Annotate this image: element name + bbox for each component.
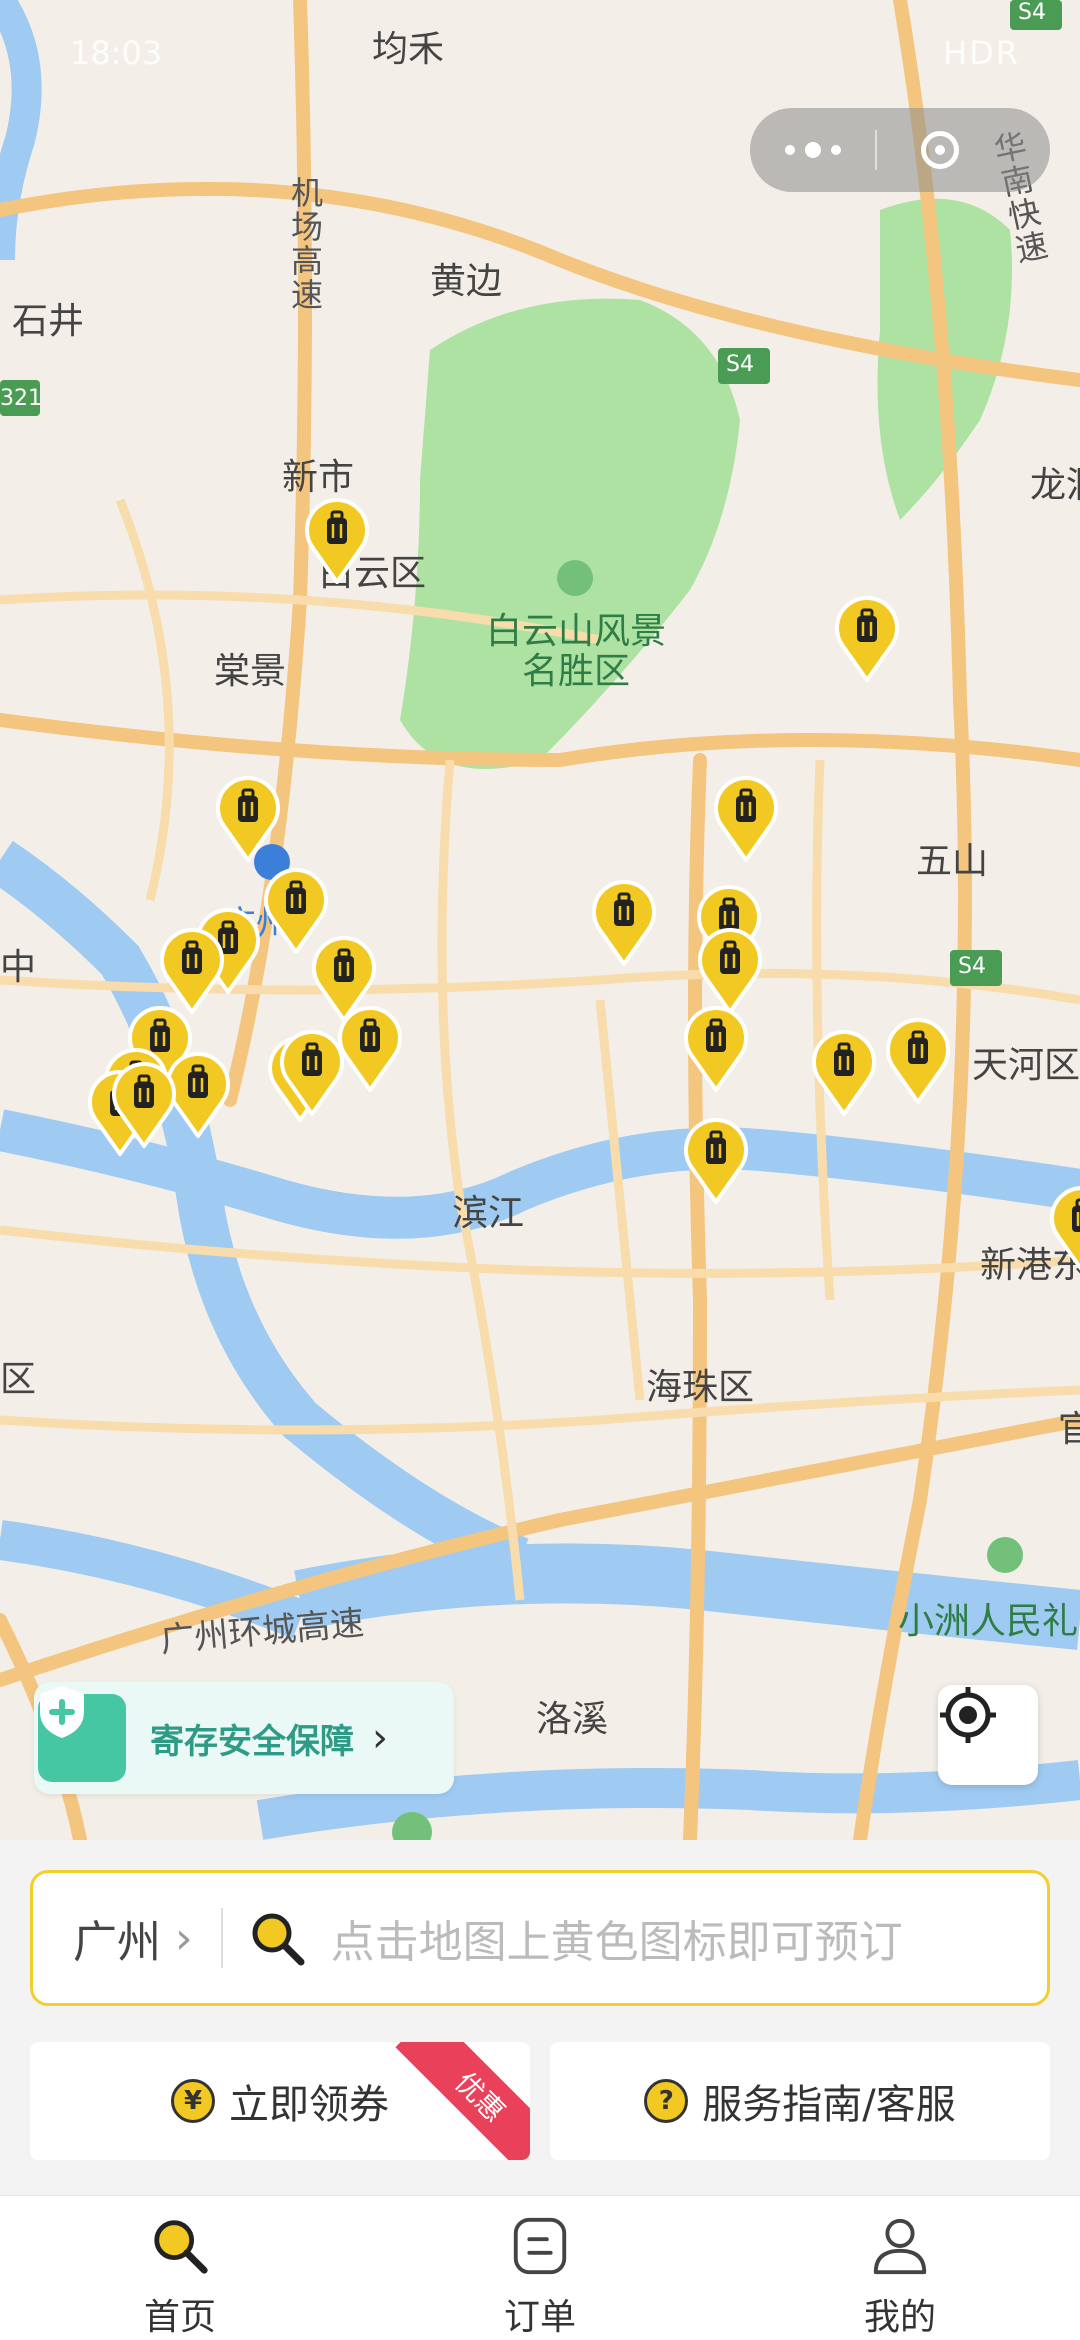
status-indicators: HDR: [943, 34, 1020, 72]
yen-icon: ¥: [171, 2079, 215, 2123]
close-button[interactable]: [877, 108, 1002, 192]
luggage-icon: [112, 1062, 176, 1148]
map-label-wushan: 五山: [916, 841, 989, 882]
tab-home-label: 首页: [143, 2297, 216, 2338]
luggage-storage-pin[interactable]: [684, 1006, 748, 1092]
tab-home[interactable]: 首页: [0, 2196, 360, 2340]
city-selector[interactable]: 广州: [73, 1906, 161, 1970]
status-bar: 18:03 HDR: [0, 26, 1080, 82]
luggage-icon: [592, 880, 656, 966]
luggage-icon: [812, 1030, 876, 1116]
locate-icon: [940, 1687, 996, 1743]
luggage-icon: [684, 1006, 748, 1092]
search-icon: [252, 1913, 305, 1966]
map-label-airport-expressway: 机场高速: [286, 176, 324, 312]
luggage-icon: [684, 1118, 748, 1204]
coupon-label: 立即领券: [229, 2082, 389, 2128]
status-time: 18:03: [70, 34, 163, 72]
luggage-icon: [216, 776, 280, 862]
luggage-storage-pin[interactable]: [684, 1118, 748, 1204]
map-label-district-left: 区: [0, 1359, 37, 1400]
tab-orders[interactable]: 订单: [360, 2196, 720, 2340]
order-list-icon: [513, 2217, 567, 2275]
map-label-haizhu: 海珠区: [646, 1367, 755, 1408]
service-guide-button[interactable]: ? 服务指南/客服: [550, 2042, 1050, 2160]
safety-banner-label: 寄存安全保障: [150, 1721, 354, 1762]
luggage-storage-pin[interactable]: [698, 928, 762, 1014]
help-icon: ?: [644, 2079, 689, 2123]
search-bar[interactable]: 广州 › 点击地图上黄色图标即可预订: [30, 1870, 1050, 2006]
locate-button[interactable]: [938, 1685, 1038, 1785]
luggage-storage-pin[interactable]: [112, 1062, 176, 1148]
shield-icon: [38, 1686, 126, 1782]
more-button[interactable]: [750, 108, 875, 192]
luggage-storage-pin[interactable]: [714, 776, 778, 862]
tab-bar: 首页 订单 我的: [0, 2195, 1080, 2340]
search-divider: [220, 1908, 223, 1968]
map-label-xinshi: 新市: [282, 457, 355, 498]
map-base-layer: [0, 0, 1080, 1840]
map-label-luoxi: 洛溪: [536, 1699, 609, 1740]
luggage-storage-pin[interactable]: [886, 1018, 950, 1104]
search-icon: [154, 2220, 208, 2274]
luggage-icon: [886, 1018, 950, 1104]
luggage-storage-pin[interactable]: [812, 1030, 876, 1116]
shield-s4-mid: S4: [726, 352, 754, 377]
luggage-icon: [280, 1030, 344, 1116]
map-label-shijing: 石井: [12, 301, 85, 342]
tab-mine-label: 我的: [863, 2297, 936, 2338]
luggage-storage-pin[interactable]: [835, 596, 899, 682]
tab-mine[interactable]: 我的: [720, 2196, 1080, 2340]
shield-321: 321: [0, 386, 42, 411]
luggage-storage-pin[interactable]: [592, 880, 656, 966]
map-label-baiyunshan: 白云山风景名胜区: [486, 611, 667, 692]
tab-orders-label: 订单: [503, 2297, 576, 2338]
luggage-icon: [714, 776, 778, 862]
coupon-button[interactable]: ¥ 立即领券 优惠: [30, 2042, 530, 2160]
luggage-storage-pin[interactable]: [305, 498, 369, 584]
service-guide-label: 服务指南/客服: [702, 2082, 956, 2128]
chevron-right-icon: ›: [175, 1912, 193, 1964]
safety-guarantee-banner[interactable]: 寄存安全保障 ›: [34, 1682, 454, 1794]
map-label-guan-partial: 官: [1058, 1409, 1080, 1450]
discount-badge: 优惠: [395, 2042, 530, 2160]
close-icon: [920, 131, 959, 169]
map-label-huangbian: 黄边: [430, 261, 503, 302]
shield-s4-right: S4: [958, 954, 986, 979]
app-screen: 18:03 HDR 均禾 石井 黄边 机场高速 华南快速 S4 S4 S4 32…: [0, 0, 1080, 2340]
luggage-storage-pin[interactable]: [216, 776, 280, 862]
search-placeholder[interactable]: 点击地图上黄色图标即可预订: [331, 1906, 903, 1970]
miniprogram-capsule[interactable]: [750, 108, 1050, 192]
luggage-storage-pin[interactable]: [160, 928, 224, 1014]
map-label-xiaozhou: 小洲人民礼: [898, 1601, 1079, 1642]
map-view[interactable]: 18:03 HDR 均禾 石井 黄边 机场高速 华南快速 S4 S4 S4 32…: [0, 0, 1080, 1840]
shield-s4-top: S4: [1018, 0, 1046, 25]
luggage-icon: [338, 1006, 402, 1092]
bottom-panel: 广州 › 点击地图上黄色图标即可预订 ¥ 立即领券 优惠 ? 服务指南/客服: [0, 1840, 1080, 2195]
luggage-icon: [1050, 1186, 1080, 1271]
chevron-right-icon: ›: [372, 1715, 388, 1761]
user-icon: [873, 2218, 927, 2275]
luggage-storage-pin[interactable]: [280, 1030, 344, 1116]
luggage-icon: [160, 928, 224, 1014]
luggage-storage-pin[interactable]: [338, 1006, 402, 1092]
map-label-binjiang: 滨江: [452, 1193, 525, 1234]
luggage-icon: [698, 928, 762, 1014]
map-label-liwan-partial: 中: [0, 947, 37, 988]
luggage-icon: [305, 498, 369, 584]
map-label-tianhe: 天河区: [972, 1045, 1080, 1086]
luggage-storage-pin[interactable]: [1050, 1186, 1080, 1272]
map-label-longdong: 龙洞: [1030, 465, 1080, 506]
map-label-junhe: 均禾: [372, 29, 445, 70]
map-label-tangjing: 棠景: [214, 651, 287, 692]
luggage-icon: [835, 596, 899, 682]
